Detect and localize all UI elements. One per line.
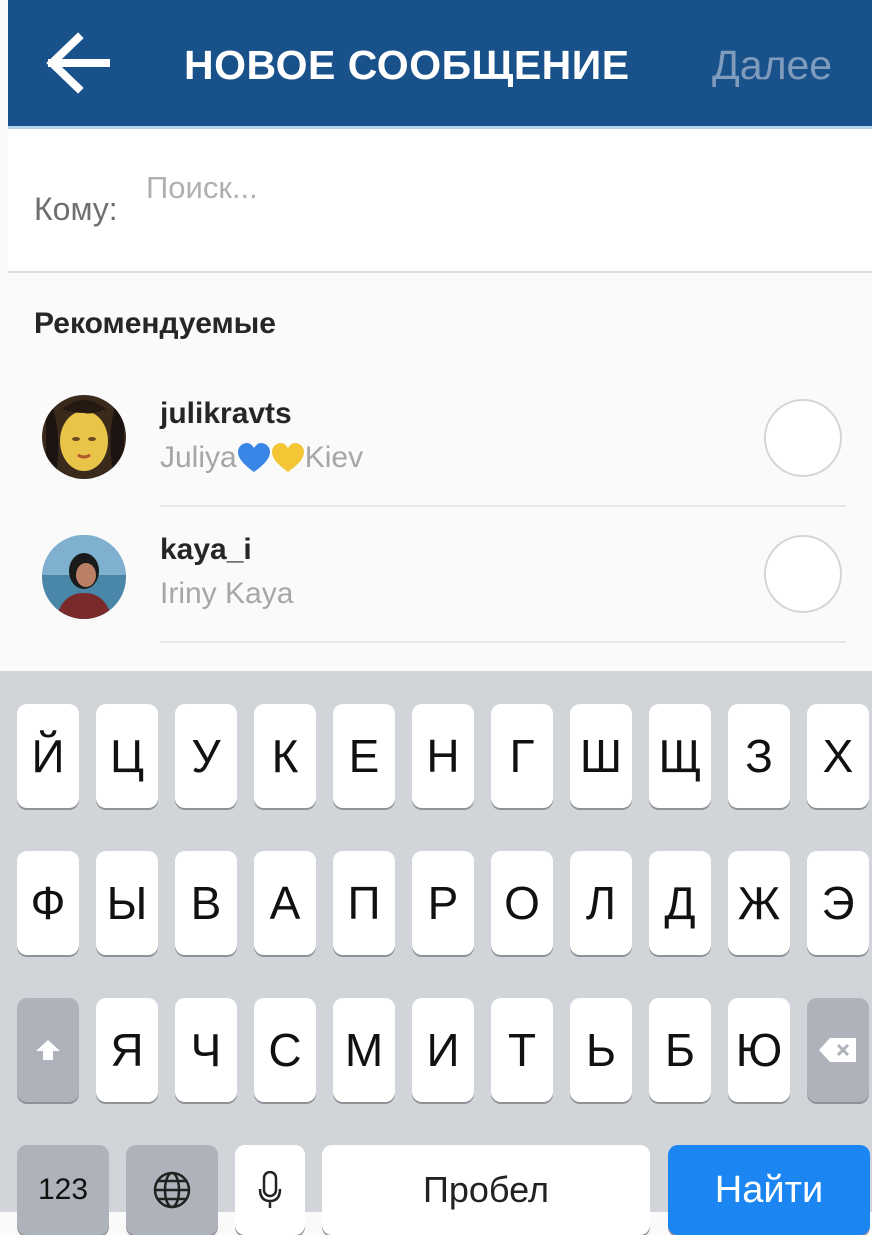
globe-key[interactable] — [126, 1145, 218, 1235]
search-key[interactable]: Найти — [668, 1145, 870, 1235]
key[interactable]: Г — [491, 704, 553, 808]
key[interactable]: Е — [333, 704, 395, 808]
numbers-key[interactable]: 123 — [17, 1145, 109, 1235]
key[interactable]: Ш — [570, 704, 632, 808]
key[interactable]: Б — [649, 998, 711, 1102]
key[interactable]: Ь — [570, 998, 632, 1102]
key[interactable]: З — [728, 704, 790, 808]
username: julikravts — [160, 397, 292, 430]
full-name-end: Kiev — [304, 441, 364, 474]
full-name: Juliya Kiev — [160, 441, 363, 475]
top-bar: НОВОЕ СООБЩЕНИЕ Далее — [8, 0, 872, 126]
key[interactable]: Л — [570, 851, 632, 955]
row-divider — [160, 641, 846, 643]
key[interactable]: К — [254, 704, 316, 808]
keyboard: Й Ц У К Е Н Г Ш Щ З Х Ф Ы В А П Р О Л Д … — [0, 671, 872, 1235]
select-radio[interactable] — [764, 399, 842, 477]
section-title: Рекомендуемые — [34, 307, 276, 340]
key[interactable]: У — [175, 704, 237, 808]
recipient-label: Кому: — [34, 191, 118, 227]
globe-icon — [153, 1171, 191, 1209]
space-key[interactable]: Пробел — [322, 1145, 650, 1235]
page-title: НОВОЕ СООБЩЕНИЕ — [184, 42, 630, 88]
username: kaya_i — [160, 533, 252, 566]
avatar — [42, 395, 126, 479]
select-radio[interactable] — [764, 535, 842, 613]
key[interactable]: И — [412, 998, 474, 1102]
key[interactable]: Э — [807, 851, 869, 955]
mic-key[interactable] — [235, 1145, 305, 1235]
key[interactable]: Ч — [175, 998, 237, 1102]
avatar — [42, 535, 126, 619]
key[interactable]: Д — [649, 851, 711, 955]
next-button[interactable]: Далее — [712, 0, 832, 126]
search-input[interactable] — [146, 163, 746, 213]
microphone-icon — [258, 1171, 282, 1208]
key[interactable]: Я — [96, 998, 158, 1102]
key[interactable]: П — [333, 851, 395, 955]
shift-key[interactable] — [17, 998, 79, 1102]
key[interactable]: А — [254, 851, 316, 955]
arrow-left-icon[interactable] — [40, 30, 114, 96]
key[interactable]: Ц — [96, 704, 158, 808]
key[interactable]: О — [491, 851, 553, 955]
key[interactable]: Щ — [649, 704, 711, 808]
shift-icon — [36, 1040, 60, 1060]
key[interactable]: М — [333, 998, 395, 1102]
list-item[interactable]: kaya_i Iriny Kaya — [8, 505, 872, 643]
key[interactable]: Ы — [96, 851, 158, 955]
blue-heart-icon — [237, 443, 270, 472]
key[interactable]: В — [175, 851, 237, 955]
list-item[interactable]: julikravts Juliya Kiev — [8, 369, 872, 507]
key[interactable]: Ф — [17, 851, 79, 955]
recipient-area: Кому: — [8, 126, 872, 271]
key[interactable]: Й — [17, 704, 79, 808]
key[interactable]: Ю — [728, 998, 790, 1102]
suggested-list: Рекомендуемые julikravts Juliya Kiev kay… — [8, 273, 872, 671]
key[interactable]: Т — [491, 998, 553, 1102]
backspace-icon — [819, 1038, 856, 1062]
key[interactable]: Н — [412, 704, 474, 808]
full-name: Iriny Kaya — [160, 577, 294, 610]
full-name-start: Juliya — [160, 441, 237, 474]
key[interactable]: С — [254, 998, 316, 1102]
yellow-heart-icon — [271, 443, 304, 472]
key[interactable]: Ж — [728, 851, 790, 955]
key[interactable]: Х — [807, 704, 869, 808]
delete-key[interactable] — [807, 998, 869, 1102]
key[interactable]: Р — [412, 851, 474, 955]
